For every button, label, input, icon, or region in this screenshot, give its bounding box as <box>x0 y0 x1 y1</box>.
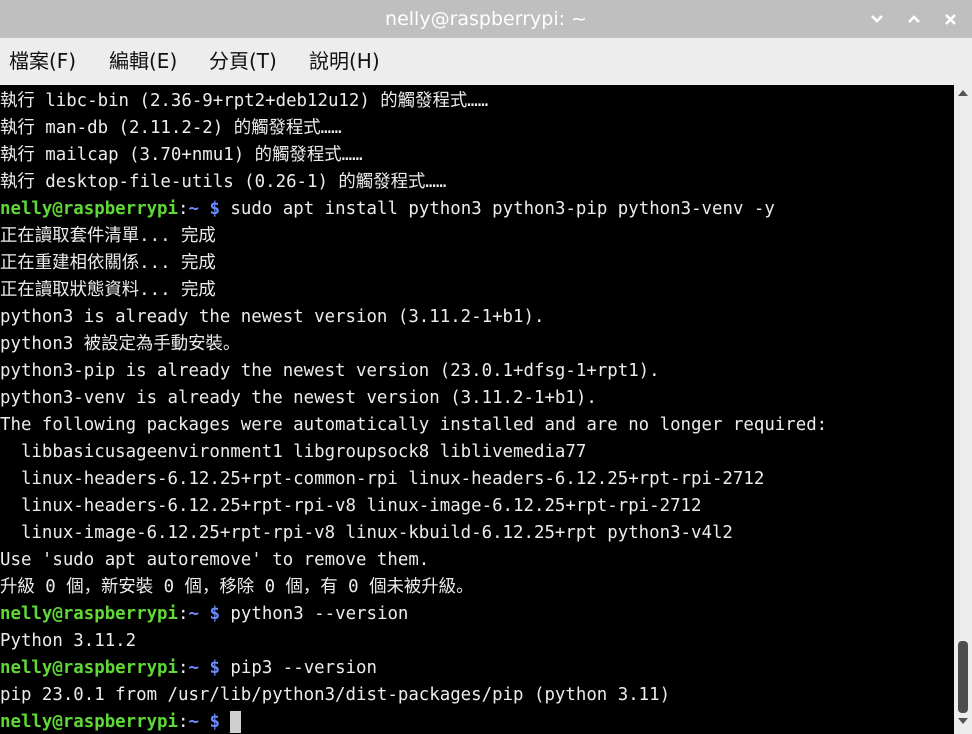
output-line: 執行 libc-bin (2.36-9+rpt2+deb12u12) 的觸發程式… <box>0 91 489 111</box>
prompt-path: ~ <box>188 604 199 624</box>
output-line: linux-headers-6.12.25+rpt-common-rpi lin… <box>0 469 765 489</box>
window-title: nelly@raspberrypi: ~ <box>385 8 587 30</box>
output-line: python3-pip is already the newest versio… <box>0 361 660 381</box>
prompt-line: nelly@raspberrypi:~ $ python3 --version <box>0 601 408 628</box>
terminal-window: nelly@raspberrypi: ~ 檔案(F) 編輯(E) 分頁(T) 說… <box>0 0 972 734</box>
prompt-path: ~ <box>188 712 199 732</box>
prompt-path: ~ <box>188 658 199 678</box>
command-text: sudo apt install python3 python3-pip pyt… <box>219 199 775 219</box>
output-line: python3 is already the newest version (3… <box>0 307 545 327</box>
title-bar[interactable]: nelly@raspberrypi: ~ <box>0 0 972 38</box>
prompt-dollar: $ <box>209 658 220 678</box>
close-icon <box>944 13 956 25</box>
prompt-line: nelly@raspberrypi:~ $ sudo apt install p… <box>0 196 775 223</box>
output-line: 正在讀取狀態資料... 完成 <box>0 280 216 300</box>
scroll-down-arrow-icon[interactable] <box>957 717 969 727</box>
prompt-dollar: $ <box>209 199 220 219</box>
prompt-colon: : <box>178 658 189 678</box>
prompt-user-host: nelly@raspberrypi <box>0 199 178 219</box>
menu-file[interactable]: 檔案(F) <box>9 38 76 85</box>
output-line: libbasicusageenvironment1 libgroupsock8 … <box>0 442 587 462</box>
text-cursor <box>230 711 242 733</box>
prompt-colon: : <box>178 712 189 732</box>
menu-tabs[interactable]: 分頁(T) <box>209 38 277 85</box>
command-text <box>220 712 230 732</box>
output-line: linux-image-6.12.25+rpt-rpi-v8 linux-kbu… <box>0 523 733 543</box>
output-line: linux-headers-6.12.25+rpt-rpi-v8 linux-i… <box>0 496 702 516</box>
output-line: 執行 mailcap (3.70+nmu1) 的觸發程式…… <box>0 145 363 165</box>
close-button[interactable] <box>940 9 960 29</box>
prompt-user-host: nelly@raspberrypi <box>0 604 178 624</box>
scrollbar-thumb[interactable] <box>958 641 968 713</box>
output-line: 執行 man-db (2.11.2-2) 的觸發程式…… <box>0 118 342 138</box>
terminal-output[interactable]: 執行 libc-bin (2.36-9+rpt2+deb12u12) 的觸發程式… <box>0 85 954 734</box>
command-text: pip3 --version <box>219 658 377 678</box>
minimize-button[interactable] <box>867 9 887 29</box>
prompt-colon: : <box>178 199 189 219</box>
chevron-up-icon <box>908 15 920 23</box>
prompt-dollar: $ <box>209 712 220 732</box>
menu-bar: 檔案(F) 編輯(E) 分頁(T) 說明(H) <box>0 38 972 85</box>
command-text: python3 --version <box>219 604 409 624</box>
output-line: Use 'sudo apt autoremove' to remove them… <box>0 550 430 570</box>
output-line: python3-venv is already the newest versi… <box>0 388 597 408</box>
output-line: 執行 desktop-file-utils (0.26-1) 的觸發程式…… <box>0 172 447 192</box>
prompt-path: ~ <box>188 199 199 219</box>
vertical-scrollbar[interactable] <box>954 85 972 734</box>
output-line: Python 3.11.2 <box>0 631 137 651</box>
prompt-dollar: $ <box>209 604 220 624</box>
output-line: python3 被設定為手動安裝。 <box>0 334 241 354</box>
menu-edit[interactable]: 編輯(E) <box>109 38 177 85</box>
output-line: 正在重建相依關係... 完成 <box>0 253 216 273</box>
prompt-line: nelly@raspberrypi:~ $ pip3 --version <box>0 655 377 682</box>
chevron-down-icon <box>871 15 883 23</box>
prompt-colon: : <box>178 604 189 624</box>
maximize-button[interactable] <box>904 9 924 29</box>
output-line: 正在讀取套件清單... 完成 <box>0 226 216 246</box>
output-line: pip 23.0.1 from /usr/lib/python3/dist-pa… <box>0 685 671 705</box>
prompt-user-host: nelly@raspberrypi <box>0 658 178 678</box>
output-line: 升級 0 個，新安裝 0 個，移除 0 個，有 0 個未被升級。 <box>0 577 474 597</box>
menu-help[interactable]: 說明(H) <box>309 38 380 85</box>
prompt-user-host: nelly@raspberrypi <box>0 712 178 732</box>
scroll-up-arrow-icon[interactable] <box>957 89 969 99</box>
prompt-line: nelly@raspberrypi:~ $ <box>0 709 242 734</box>
output-line: The following packages were automaticall… <box>0 415 828 435</box>
